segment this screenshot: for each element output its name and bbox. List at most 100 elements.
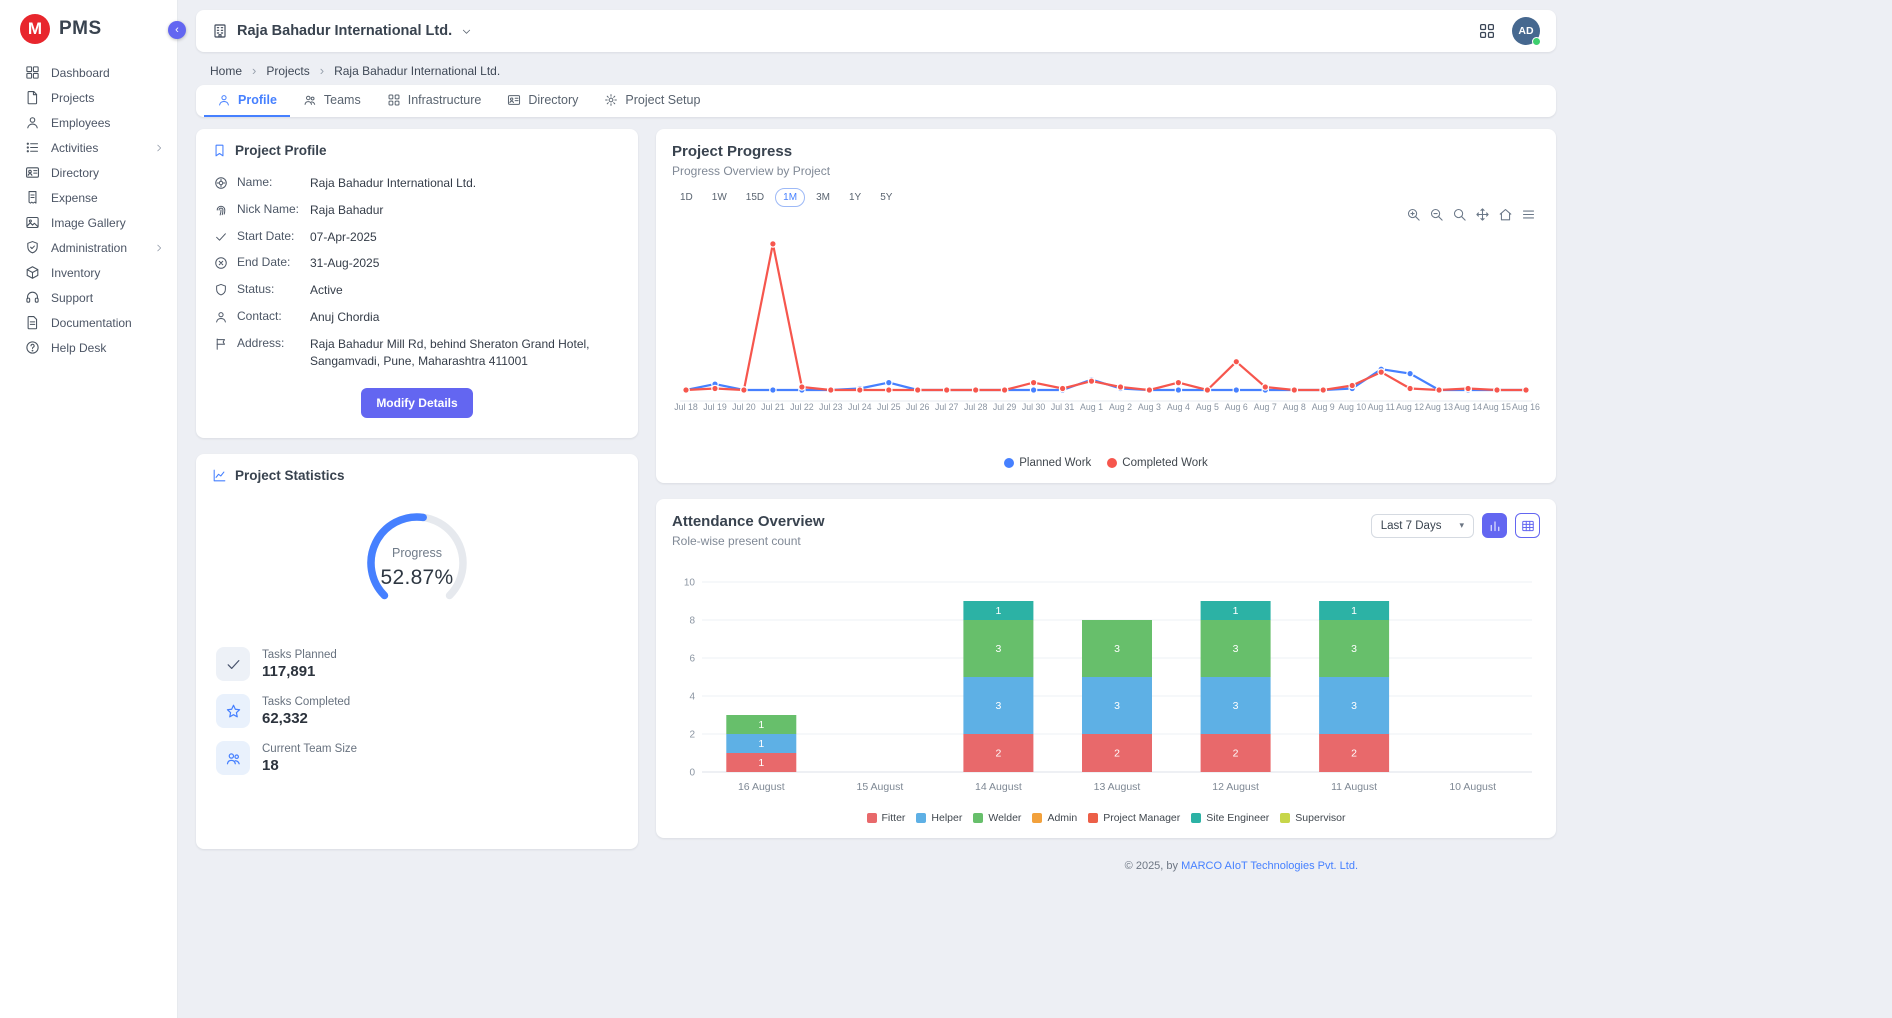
menu-icon[interactable]	[1521, 207, 1536, 222]
progress-chart-legend: Planned Work Completed Work	[672, 453, 1540, 475]
range-3m[interactable]: 3M	[808, 188, 838, 207]
breadcrumb-item-projects[interactable]: Projects	[266, 64, 309, 78]
range-1d[interactable]: 1D	[672, 188, 701, 207]
field-label: Nick Name:	[237, 202, 301, 216]
sidebar-item-activities[interactable]: Activities	[0, 135, 177, 160]
range-5y[interactable]: 5Y	[872, 188, 900, 207]
svg-text:Jul 20: Jul 20	[732, 402, 756, 412]
svg-text:3: 3	[1233, 700, 1239, 712]
field-value: Active	[310, 282, 620, 299]
sidebar-nav: DashboardProjectsEmployeesActivitiesDire…	[0, 54, 177, 366]
attendance-range-select[interactable]: Last 7 Days ▾	[1371, 514, 1474, 538]
svg-text:10 August: 10 August	[1449, 781, 1496, 793]
legend-item-admin[interactable]: Admin	[1032, 812, 1077, 824]
sidebar-item-image-gallery[interactable]: Image Gallery	[0, 210, 177, 235]
sidebar-item-label: Documentation	[51, 316, 132, 330]
fingerprint-icon	[214, 203, 228, 217]
svg-text:10: 10	[684, 578, 696, 589]
tab-profile[interactable]: Profile	[204, 85, 290, 117]
svg-text:3: 3	[1233, 643, 1239, 655]
legend-item-project-manager[interactable]: Project Manager	[1088, 812, 1180, 824]
check-icon	[214, 230, 228, 244]
legend-item-fitter[interactable]: Fitter	[867, 812, 906, 824]
card-header: Project Profile	[212, 143, 622, 158]
sidebar-item-administration[interactable]: Administration	[0, 235, 177, 260]
legend-item-supervisor[interactable]: Supervisor	[1280, 812, 1345, 824]
pan-icon[interactable]	[1475, 207, 1490, 222]
gauge-label: Progress	[342, 546, 492, 560]
range-1m[interactable]: 1M	[775, 188, 805, 207]
shield-icon	[214, 283, 228, 297]
sidebar-item-dashboard[interactable]: Dashboard	[0, 60, 177, 85]
infrastructure-icon	[387, 93, 401, 107]
svg-text:2: 2	[1233, 748, 1239, 760]
company-selector[interactable]: Raja Bahadur International Ltd.	[212, 23, 472, 39]
breadcrumb-item-home[interactable]: Home	[210, 64, 242, 78]
field-label: Start Date:	[237, 229, 301, 243]
footer: © 2025, by MARCO AIoT Technologies Pvt. …	[656, 854, 1556, 872]
breadcrumb: Home›Projects›Raja Bahadur International…	[196, 52, 1556, 85]
svg-text:Aug 13: Aug 13	[1425, 402, 1453, 412]
legend-item-welder[interactable]: Welder	[973, 812, 1021, 824]
sidebar-item-expense[interactable]: Expense	[0, 185, 177, 210]
svg-text:Jul 24: Jul 24	[848, 402, 872, 412]
tab-project-setup[interactable]: Project Setup	[591, 85, 713, 117]
modify-details-button[interactable]: Modify Details	[361, 388, 472, 418]
sidebar-item-help-desk[interactable]: Help Desk	[0, 335, 177, 360]
apps-grid-icon[interactable]	[1478, 22, 1496, 40]
range-1y[interactable]: 1Y	[841, 188, 869, 207]
stat-label: Tasks Planned	[262, 649, 337, 661]
range-15d[interactable]: 15D	[738, 188, 772, 207]
svg-text:Jul 26: Jul 26	[906, 402, 930, 412]
gauge-value: 52.87%	[342, 566, 492, 590]
zoom-out-icon[interactable]	[1429, 207, 1444, 222]
directory-tab-icon	[507, 93, 521, 107]
user-avatar[interactable]: AD	[1512, 17, 1540, 45]
stat-value: 62,332	[262, 710, 350, 727]
footer-link[interactable]: MARCO AIoT Technologies Pvt. Ltd.	[1181, 860, 1358, 872]
tab-infrastructure[interactable]: Infrastructure	[374, 85, 495, 117]
svg-text:Aug 12: Aug 12	[1396, 402, 1424, 412]
home-icon[interactable]	[1498, 207, 1513, 222]
svg-text:Aug 5: Aug 5	[1196, 402, 1219, 412]
sidebar-item-employees[interactable]: Employees	[0, 110, 177, 135]
sidebar-item-support[interactable]: Support	[0, 285, 177, 310]
field-value: Anuj Chordia	[310, 309, 620, 326]
svg-text:Jul 28: Jul 28	[964, 402, 988, 412]
statistics-list: Tasks Planned117,891Tasks Completed62,33…	[212, 647, 622, 775]
table-view-button[interactable]	[1515, 513, 1540, 538]
sidebar-item-directory[interactable]: Directory	[0, 160, 177, 185]
card-title: Project Profile	[235, 143, 327, 158]
legend-item-completed-work[interactable]: Completed Work	[1107, 457, 1207, 469]
profile-fields: Name:Raja Bahadur International Ltd.Nick…	[212, 170, 622, 374]
legend-item-planned-work[interactable]: Planned Work	[1004, 457, 1091, 469]
zoom-in-icon[interactable]	[1406, 207, 1421, 222]
svg-text:15 August: 15 August	[857, 781, 904, 793]
selection-zoom-icon[interactable]	[1452, 207, 1467, 222]
sidebar-item-projects[interactable]: Projects	[0, 85, 177, 110]
sidebar-item-inventory[interactable]: Inventory	[0, 260, 177, 285]
legend-item-helper[interactable]: Helper	[916, 812, 962, 824]
x-circle-icon	[214, 256, 228, 270]
tab-teams[interactable]: Teams	[290, 85, 374, 117]
sidebar-item-documentation[interactable]: Documentation	[0, 310, 177, 335]
bar-view-button[interactable]	[1482, 513, 1507, 538]
stat-value: 18	[262, 757, 357, 774]
range-1w[interactable]: 1W	[704, 188, 735, 207]
bar-chart-icon	[1488, 519, 1502, 533]
legend-item-site-engineer[interactable]: Site Engineer	[1191, 812, 1269, 824]
app-logo[interactable]: M PMS	[0, 0, 177, 54]
sidebar-collapse-button[interactable]: ‹	[168, 21, 186, 39]
tab-directory[interactable]: Directory	[494, 85, 591, 117]
svg-text:3: 3	[995, 700, 1001, 712]
svg-text:3: 3	[1351, 643, 1357, 655]
svg-text:Jul 23: Jul 23	[819, 402, 843, 412]
stat-tasks-planned: Tasks Planned117,891	[216, 647, 618, 681]
left-column: Project Profile Name:Raja Bahadur Intern…	[196, 129, 638, 849]
svg-text:3: 3	[1114, 700, 1120, 712]
topbar: Raja Bahadur International Ltd. AD	[196, 10, 1556, 52]
footer-text: © 2025, by	[1125, 860, 1181, 872]
projects-icon	[25, 90, 40, 105]
profile-field-address: Address:Raja Bahadur Mill Rd, behind She…	[212, 331, 622, 375]
svg-text:3: 3	[995, 643, 1001, 655]
